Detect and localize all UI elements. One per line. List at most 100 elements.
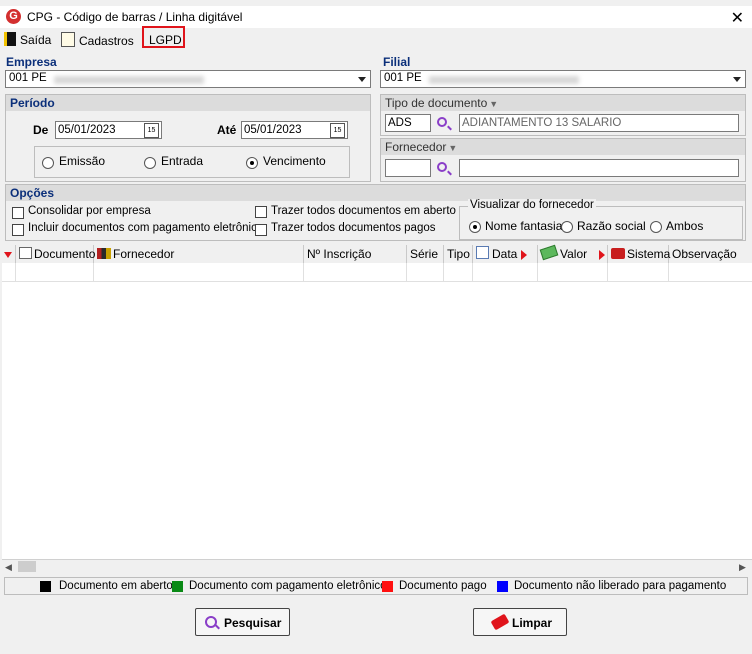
pesquisar-button[interactable]: Pesquisar — [195, 608, 290, 636]
legend-swatch-eletronico — [172, 581, 183, 592]
table-cell — [538, 263, 608, 281]
table-row[interactable] — [2, 263, 752, 282]
pesquisar-label: Pesquisar — [224, 616, 282, 630]
tipo-documento-header: Tipo de documento ▼ — [381, 95, 745, 111]
col-fornecedor[interactable]: Fornecedor — [94, 245, 304, 263]
table-cell — [444, 263, 473, 281]
scroll-right-icon[interactable]: ▶ — [739, 562, 746, 573]
ate-date-input[interactable]: 05/01/2023 15 — [241, 121, 348, 139]
col-valor-label: Valor — [560, 247, 588, 261]
menu-bar: Saída Cadastros LGPD — [0, 28, 752, 52]
table-cell — [608, 263, 669, 281]
calendar-icon[interactable]: 15 — [330, 123, 345, 138]
col-serie[interactable]: Série — [407, 245, 444, 263]
legend-pago-label: Documento pago — [399, 580, 487, 592]
horizontal-scrollbar[interactable]: ◀ ▶ — [2, 559, 752, 574]
trazer-aberto-checkbox[interactable] — [255, 206, 267, 218]
chevron-down-icon[interactable] — [355, 72, 369, 86]
limpar-label: Limpar — [512, 616, 553, 630]
app-logo-icon: G — [6, 9, 21, 24]
exit-door-icon — [4, 32, 16, 46]
tipo-documento-code-input[interactable]: ADS — [385, 114, 431, 132]
menu-cadastros[interactable]: Cadastros — [61, 32, 134, 48]
col-valor[interactable]: Valor — [538, 244, 608, 263]
radio-nome-fantasia[interactable] — [469, 221, 481, 233]
radio-ambos[interactable] — [650, 221, 662, 233]
table-cell — [304, 263, 407, 281]
radio-emissao-label: Emissão — [59, 154, 106, 168]
grid-indicator-column[interactable] — [2, 245, 16, 263]
calendar-icon — [476, 246, 489, 259]
sort-arrow-icon[interactable] — [599, 249, 606, 260]
legend-nao-liberado-label: Documento não liberado para pagamento — [514, 580, 727, 592]
menu-saida[interactable]: Saída — [4, 32, 51, 48]
legend-swatch-pago — [382, 581, 393, 592]
radio-emissao[interactable] — [42, 157, 54, 169]
empresa-value: 001 PE — [9, 72, 47, 84]
table-cell — [473, 263, 538, 281]
empresa-label: Empresa — [6, 55, 57, 69]
calendar-icon[interactable]: 15 — [144, 123, 159, 138]
empresa-select[interactable]: 001 PE — [5, 70, 371, 88]
trazer-aberto-label: Trazer todos documentos em aberto — [271, 205, 456, 217]
legend-bar: Documento em aberto Documento com pagame… — [4, 577, 748, 595]
group-people-icon — [97, 248, 111, 259]
search-icon — [205, 616, 217, 628]
tipo-documento-group: Tipo de documento ▼ ADS ADIANTAMENTO 13 S… — [380, 94, 746, 136]
filial-redacted-text — [429, 76, 579, 84]
radio-razao-social[interactable] — [561, 221, 573, 233]
de-date-input[interactable]: 05/01/2023 15 — [55, 121, 162, 139]
trazer-pagos-checkbox[interactable] — [255, 224, 267, 236]
data-tipo-box: Emissão Entrada Vencimento — [34, 146, 350, 178]
radio-razao-social-label: Razão social — [577, 219, 646, 233]
table-cell — [407, 263, 444, 281]
chevron-down-icon[interactable] — [730, 72, 744, 86]
radio-ambos-label: Ambos — [666, 219, 704, 233]
grid-body[interactable] — [2, 263, 752, 559]
fornecedor-label: Fornecedor — [385, 140, 447, 154]
search-icon[interactable] — [437, 117, 447, 127]
col-sistema[interactable]: Sistema — [608, 245, 671, 263]
col-inscricao[interactable]: Nº Inscrição — [304, 245, 407, 263]
scrollbar-thumb[interactable] — [18, 561, 36, 572]
fornecedor-desc-input — [459, 159, 739, 177]
col-data[interactable]: Data — [473, 245, 538, 263]
grid-header: Documento Fornecedor Nº Inscrição Série … — [2, 244, 752, 264]
scroll-left-icon[interactable]: ◀ — [5, 562, 12, 573]
search-icon[interactable] — [437, 162, 447, 172]
grid-list-icon — [19, 247, 32, 259]
col-documento[interactable]: Documento — [16, 245, 95, 263]
filial-select[interactable]: 001 PE — [380, 70, 746, 88]
visualizar-box: Visualizar do fornecedor Nome fantasia R… — [459, 199, 743, 240]
ate-label: Até — [217, 123, 237, 137]
consolidar-checkbox[interactable] — [12, 207, 24, 219]
sort-arrow-icon[interactable] — [521, 249, 528, 260]
radio-vencimento-label: Vencimento — [263, 154, 326, 168]
incluir-checkbox[interactable] — [12, 224, 24, 236]
filter-icon: ▼ — [448, 143, 458, 153]
menu-saida-label: Saída — [20, 33, 52, 47]
window-title: CPG - Código de barras / Linha digitável — [27, 10, 243, 24]
radio-entrada-label: Entrada — [161, 154, 204, 168]
table-cell — [94, 263, 304, 281]
fornecedor-code-input[interactable] — [385, 159, 431, 177]
limpar-button[interactable]: Limpar — [473, 608, 567, 636]
opcoes-header: Opções — [6, 185, 745, 201]
legend-swatch-aberto — [40, 581, 51, 592]
legend-swatch-nao-liberado — [497, 581, 508, 592]
radio-vencimento[interactable] — [246, 157, 258, 169]
col-observacao[interactable]: Observação — [669, 245, 752, 263]
col-sistema-label: Sistema — [627, 247, 671, 261]
system-cubes-icon — [611, 248, 625, 259]
tipo-documento-desc-input: ADIANTAMENTO 13 SALARIO — [459, 114, 739, 132]
menu-cadastros-label: Cadastros — [79, 34, 134, 48]
close-icon[interactable]: ✕ — [731, 8, 744, 28]
legend-eletronico-label: Documento com pagamento eletrônico — [189, 580, 387, 592]
lgpd-highlight-box — [142, 26, 185, 48]
radio-entrada[interactable] — [144, 157, 156, 169]
de-label: De — [33, 123, 49, 137]
periodo-group: Período De 05/01/2023 15 Até 05/01/2023 … — [5, 94, 371, 182]
legend-aberto-label: Documento em aberto — [59, 580, 173, 592]
col-tipo[interactable]: Tipo — [444, 245, 473, 263]
consolidar-label: Consolidar por empresa — [28, 205, 151, 217]
